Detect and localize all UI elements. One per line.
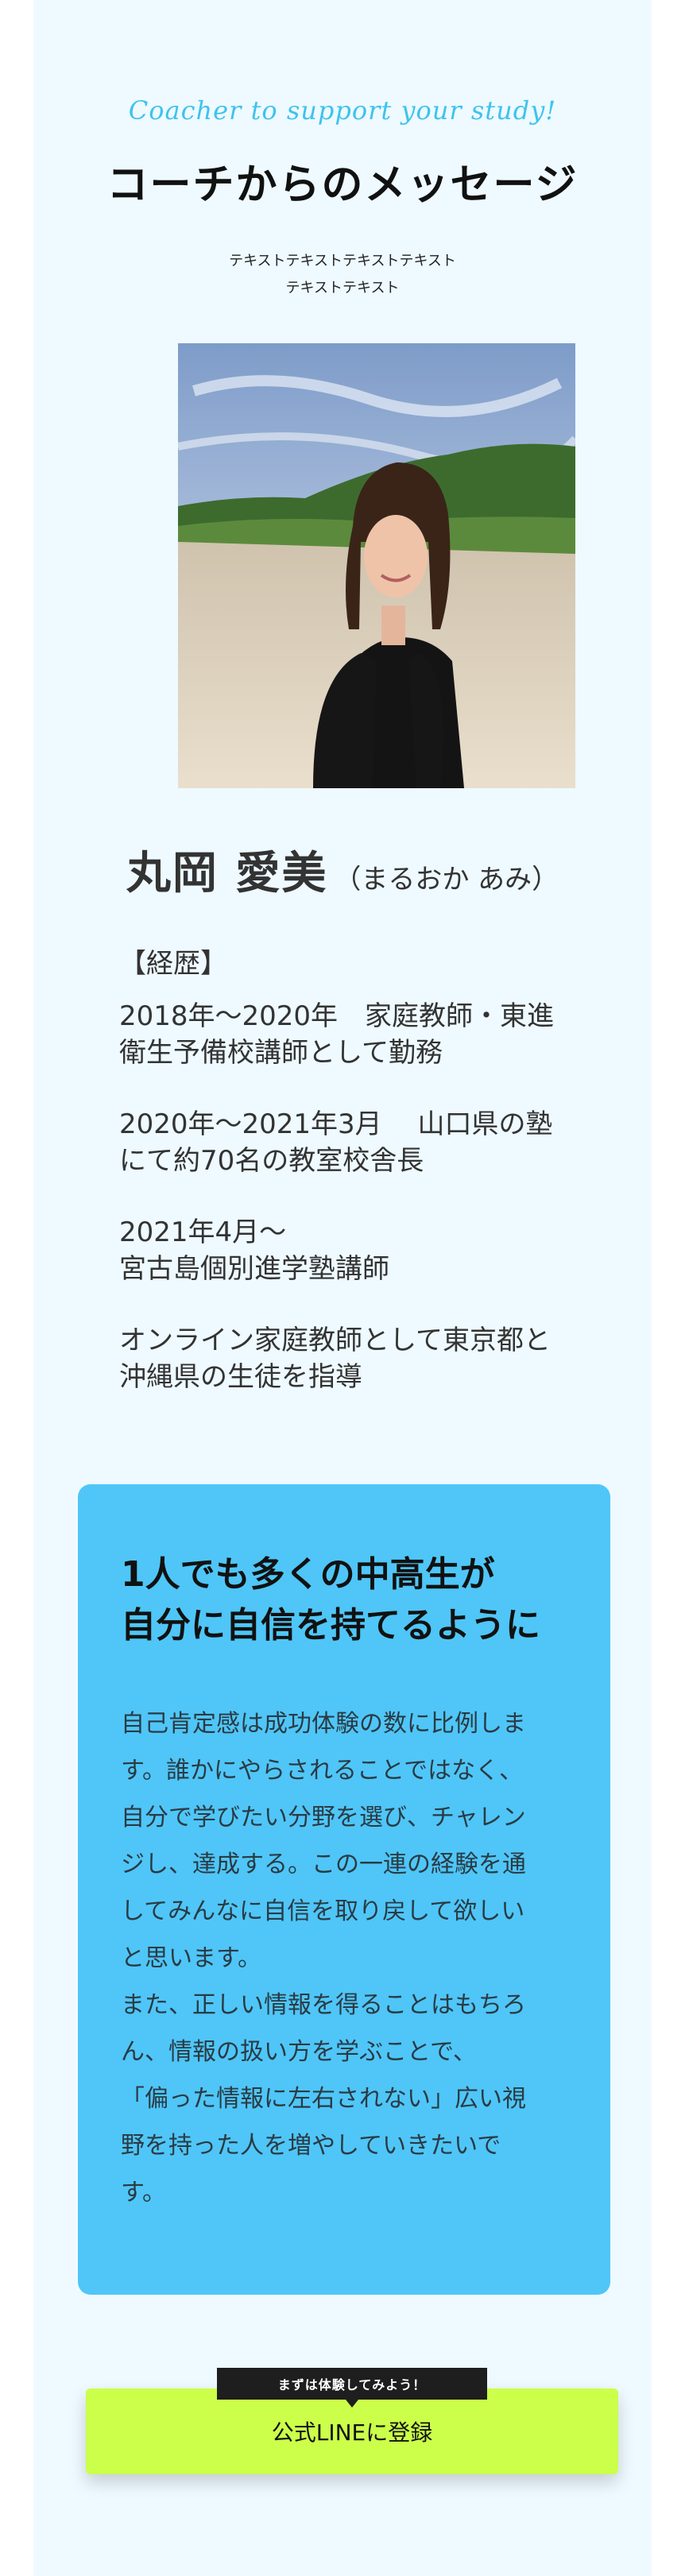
coach-photo xyxy=(178,343,575,788)
message-heading-line: 自分に自信を持てるように xyxy=(121,1605,540,1646)
career-line: 2018年〜2020年 家庭教師・東進 xyxy=(119,1000,555,1032)
career-heading: 【経歴】 xyxy=(119,948,227,980)
career-entry: 2020年〜2021年3月 山口県の塾 にて約70名の教室校舎長 xyxy=(119,1106,596,1179)
career-section: 【経歴】 2018年〜2020年 家庭教師・東進 衛生予備校講師として勤務 20… xyxy=(119,946,596,1430)
coach-name-reading: （まるおか あみ） xyxy=(334,864,559,895)
page-title: コーチからのメッセージ xyxy=(106,161,579,209)
message-line: ジし、達成する。この一連の経験を通 xyxy=(121,1851,526,1878)
cta-section: まずは体験してみよう！ 公式LINEに登録 xyxy=(86,2368,618,2479)
coach-photo-illustration xyxy=(178,343,575,788)
coach-name-kanji: 丸岡 愛美 xyxy=(126,848,328,899)
message-line: してみんなに自信を取り戻して欲しい xyxy=(121,1897,525,1925)
message-line: 自分で学びたい分野を選び、チャレン xyxy=(121,1804,526,1831)
message-line: す。 xyxy=(121,2179,166,2207)
coach-name: 丸岡 愛美 （まるおか あみ） xyxy=(33,837,652,902)
message-line: 自己肯定感は成功体験の数に比例しま xyxy=(121,1710,526,1738)
message-line: ん、情報の扱い方を学ぶことで、 xyxy=(121,2038,477,2066)
message-line: また、正しい情報を得ることはもちろ xyxy=(121,1991,526,2019)
career-line: にて約70名の教室校舎長 xyxy=(119,1145,424,1177)
cta-badge: まずは体験してみよう！ xyxy=(217,2368,487,2408)
message-line: 「偏った情報に左右されない」広い視 xyxy=(121,2085,526,2113)
subtitle-text: テキストテキストテキストテキスト テキストテキスト xyxy=(33,248,652,302)
message-heading-line: 1人でも多くの中高生が xyxy=(121,1554,495,1595)
subtitle-line: テキストテキストテキストテキスト xyxy=(229,253,456,269)
career-line: 宮古島個別進学塾講師 xyxy=(119,1253,389,1285)
career-line: 2020年〜2021年3月 山口県の塾 xyxy=(119,1108,553,1140)
subtitle-line: テキストテキスト xyxy=(285,280,400,296)
content-panel: Coacher to support your study! コーチからのメッセ… xyxy=(33,0,652,2576)
line-register-label: 公式LINEに登録 xyxy=(271,2419,433,2446)
message-heading: 1人でも多くの中高生が 自分に自信を持てるように xyxy=(121,1549,598,1651)
career-line: オンライン家庭教師として東京都と xyxy=(119,1325,551,1356)
message-box: 1人でも多くの中高生が 自分に自信を持てるように 自己肯定感は成功体験の数に比例… xyxy=(78,1484,610,2295)
career-entry: 2021年4月〜 宮古島個別進学塾講師 xyxy=(119,1214,596,1287)
message-line: と思います。 xyxy=(121,1944,261,1972)
career-entry: オンライン家庭教師として東京都と 沖縄県の生徒を指導 xyxy=(119,1322,596,1395)
message-body: 自己肯定感は成功体験の数に比例しま す。誰かにやらされることではなく、 自分で学… xyxy=(121,1700,566,2216)
message-line: す。誰かにやらされることではなく、 xyxy=(121,1757,524,1785)
tagline: Coacher to support your study! xyxy=(128,95,557,126)
career-line: 沖縄県の生徒を指導 xyxy=(119,1361,362,1393)
career-line: 衛生予備校講師として勤務 xyxy=(119,1037,443,1069)
career-line: 2021年4月〜 xyxy=(119,1216,287,1248)
career-entry: 2018年〜2020年 家庭教師・東進 衛生予備校講師として勤務 xyxy=(119,998,596,1071)
message-line: 野を持った人を増やしていきたいで xyxy=(121,2132,501,2160)
